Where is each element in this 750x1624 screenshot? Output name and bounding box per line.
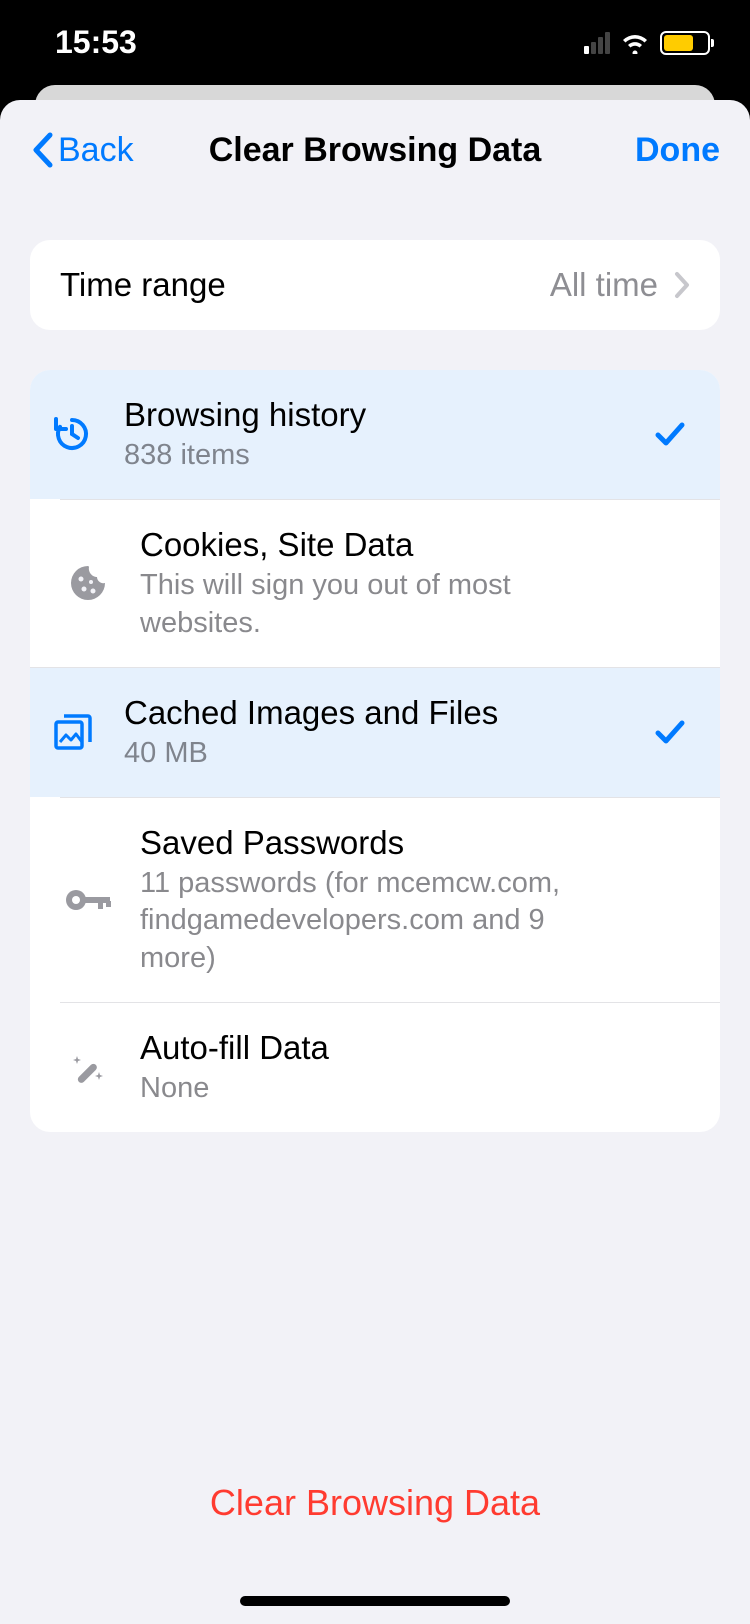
row-title: Cached Images and Files xyxy=(124,692,626,733)
chevron-right-icon xyxy=(674,271,690,299)
row-title: Saved Passwords xyxy=(140,822,690,863)
page-title: Clear Browsing Data xyxy=(209,131,542,170)
time-range-value: All time xyxy=(550,266,690,304)
chevron-left-icon xyxy=(30,131,54,169)
images-icon xyxy=(44,704,100,760)
wand-icon xyxy=(60,1039,116,1095)
row-autofill[interactable]: Auto-fill Data None xyxy=(60,1002,720,1132)
row-cached-images[interactable]: Cached Images and Files 40 MB xyxy=(30,667,720,797)
time-range-section: Time range All time xyxy=(30,240,720,330)
clear-browsing-data-button[interactable]: Clear Browsing Data xyxy=(0,1482,750,1524)
nav-bar: Back Clear Browsing Data Done xyxy=(0,100,750,200)
home-indicator[interactable] xyxy=(240,1596,510,1606)
time-range-label: Time range xyxy=(60,266,226,304)
status-time: 15:53 xyxy=(40,24,137,61)
row-browsing-history[interactable]: Browsing history 838 items xyxy=(30,370,720,499)
row-subtitle: This will sign you out of most websites. xyxy=(140,567,520,642)
cookie-icon xyxy=(60,555,116,611)
wifi-icon xyxy=(620,32,650,54)
done-button[interactable]: Done xyxy=(635,131,720,170)
row-subtitle: 40 MB xyxy=(124,735,626,773)
row-title: Cookies, Site Data xyxy=(140,524,690,565)
back-label: Back xyxy=(58,131,134,170)
checkmark-icon xyxy=(650,712,690,752)
history-icon xyxy=(44,406,100,462)
time-range-row[interactable]: Time range All time xyxy=(30,240,720,330)
key-icon xyxy=(60,872,116,928)
row-saved-passwords[interactable]: Saved Passwords 11 passwords (for mcemcw… xyxy=(60,797,720,1002)
checkmark-icon xyxy=(650,414,690,454)
row-subtitle: 838 items xyxy=(124,437,626,475)
row-subtitle: None xyxy=(140,1070,690,1108)
row-title: Browsing history xyxy=(124,394,626,435)
status-bar: 15:53 xyxy=(0,0,750,85)
back-button[interactable]: Back xyxy=(30,131,134,170)
row-subtitle: 11 passwords (for mcemcw.com, findgamede… xyxy=(140,865,580,978)
data-types-section: Browsing history 838 items xyxy=(30,370,720,1132)
row-cookies[interactable]: Cookies, Site Data This will sign you ou… xyxy=(60,499,720,667)
modal-sheet: Back Clear Browsing Data Done Time range… xyxy=(0,100,750,1624)
battery-icon xyxy=(660,31,710,55)
row-title: Auto-fill Data xyxy=(140,1027,690,1068)
status-icons xyxy=(584,31,710,55)
cellular-icon xyxy=(584,32,610,54)
